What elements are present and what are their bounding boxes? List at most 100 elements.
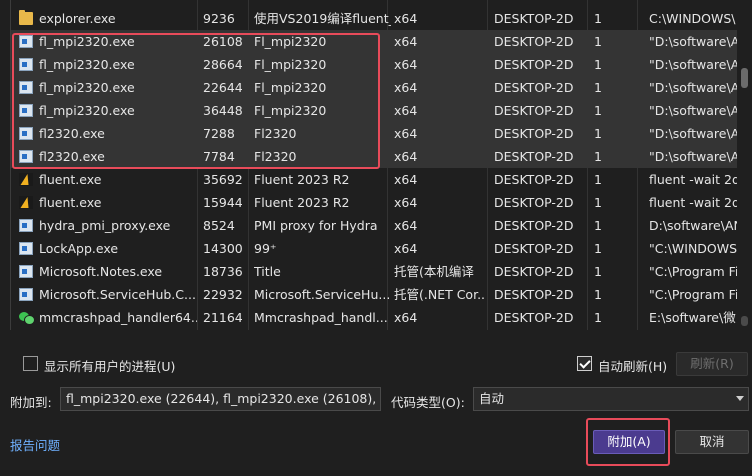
window-icon [19,58,33,71]
folder-icon [19,10,33,25]
attach-to-field[interactable]: fl_mpi2320.exe (22644), fl_mpi2320.exe (… [60,387,381,411]
process-name-cell: Microsoft.ServiceHub.C... [19,283,197,306]
process-type: x64 [394,57,418,72]
code-type-select[interactable]: 自动 [473,387,749,411]
machine-name: DESKTOP-2D [494,11,574,26]
process-id: 36448 [203,103,243,118]
window-icon [19,242,33,255]
process-row[interactable]: fluent.exe 35692 Fluent 2023 R2 x64 DESKTOP-… [11,168,737,191]
process-row[interactable]: LockApp.exe 14300 99⁺ x64 DESKTOP-2D 1 "C:\WIN… [11,237,737,260]
attach-to-value: fl_mpi2320.exe (22644), fl_mpi2320.exe (… [66,391,380,406]
command-line: E:\software\微 [649,310,736,325]
machine-name: DESKTOP-2D [494,126,574,141]
command-line: "C:\Program Fi [649,264,737,279]
auto-refresh-checkbox[interactable] [577,356,592,371]
process-name: LockApp.exe [39,241,119,256]
fluent-icon [19,173,33,186]
process-list-area: explorer.exe9236使用VS2019编译fluent_udfx64D… [0,0,752,330]
session-id: 1 [594,11,602,26]
report-issue-link[interactable]: 报告问题 [10,435,60,454]
show-all-users-label: 显示所有用户的进程(U) [44,359,176,374]
fluent-icon [19,196,33,209]
process-name: Microsoft.Notes.exe [39,264,163,279]
cancel-button[interactable]: 取消 [675,430,749,454]
code-type-value: 自动 [479,391,505,406]
process-type: x64 [394,34,418,49]
process-id: 8524 [203,218,235,233]
scrollbar-thumb-lower[interactable] [741,316,748,326]
command-line: "D:\software\A [649,149,737,164]
process-name-cell: fl2320.exe [19,145,197,168]
machine-name: DESKTOP-2D [494,80,574,95]
window-title: Mmcrashpad_handl... [254,310,388,325]
machine-name: DESKTOP-2D [494,34,574,49]
process-row[interactable]: explorer.exe 9236 使用VS2019编译fluent_udfx64 D… [11,7,737,30]
window-title: Microsoft.ServiceHu... [254,287,391,302]
window-icon [19,127,33,140]
process-type: x64 [394,172,418,187]
vertical-scrollbar[interactable] [737,0,752,330]
refresh-button[interactable]: 刷新(R) [676,352,748,376]
process-id: 15944 [203,195,243,210]
process-row[interactable]: fl_mpi2320.exe 26108 Fl_mpi2320 x64 DESKTOP-… [11,30,737,53]
window-title: Fl2320 [254,126,297,141]
session-id: 1 [594,241,602,256]
session-id: 1 [594,126,602,141]
window-title: Fl_mpi2320 [254,34,327,49]
window-icon [19,81,33,94]
chevron-down-icon [736,396,744,401]
session-id: 1 [594,103,602,118]
process-row[interactable]: mmcrashpad_handler64.... 21164 Mmcrashpad_… [11,306,737,329]
scrollbar-thumb[interactable] [741,68,748,88]
process-id: 14300 [203,241,243,256]
code-type-label: 代码类型(O): [391,395,465,410]
process-id: 35692 [203,172,243,187]
machine-name: DESKTOP-2D [494,195,574,210]
attach-to-label: 附加到: [10,395,52,410]
session-id: 1 [594,34,602,49]
machine-name: DESKTOP-2D [494,57,574,72]
process-name-cell: hydra_pmi_proxy.exe [19,214,197,237]
window-title: Fluent 2023 R2 [254,195,350,210]
process-row[interactable]: Microsoft.Notes.exe 18736 Title 托管(本机编译 DESK… [11,260,737,283]
process-type: x64 [394,149,418,164]
process-row[interactable]: fl_mpi2320.exe 28664 Fl_mpi2320 x64 DESKTOP-… [11,53,737,76]
process-name: fl2320.exe [39,126,105,141]
window-icon [19,150,33,163]
process-name: explorer.exe [39,11,116,26]
process-name-cell: fl_mpi2320.exe [19,53,197,76]
process-name: fl2320.exe [39,149,105,164]
session-id: 1 [594,195,602,210]
session-id: 1 [594,80,602,95]
process-id: 7784 [203,149,235,164]
session-id: 1 [594,57,602,72]
session-id: 1 [594,287,602,302]
process-row[interactable]: fl_mpi2320.exe 22644 Fl_mpi2320 x64 DESKTOP-… [11,76,737,99]
process-row[interactable]: hydra_pmi_proxy.exe 8524 PMI proxy for Hyd… [11,214,737,237]
attach-button[interactable]: 附加(A) [593,430,665,454]
window-title: Fluent 2023 R2 [254,172,350,187]
process-name-cell: Microsoft.Notes.exe [19,260,197,283]
process-name: fl_mpi2320.exe [39,34,135,49]
process-id: 7288 [203,126,235,141]
process-name: fluent.exe [39,172,102,187]
process-type: x64 [394,103,418,118]
process-row[interactable]: fl2320.exe 7288 Fl2320 x64 DESKTOP-2D 1 "D:\so… [11,122,737,145]
show-all-users-checkbox[interactable] [23,356,38,371]
process-row[interactable]: fl2320.exe 7784 Fl2320 x64 DESKTOP-2D 1 "D:\so… [11,145,737,168]
command-line: "D:\software\A [649,80,737,95]
process-row[interactable]: fluent.exe 15944 Fluent 2023 R2 x64 DESKTOP-… [11,191,737,214]
window-title: 使用VS2019编译fluent_udf [254,11,391,26]
process-type: 托管(.NET Cor... [394,287,484,302]
process-type: x64 [394,195,418,210]
wechat-icon [19,311,35,325]
window-icon [19,219,33,232]
window-icon [19,265,33,278]
process-name: mmcrashpad_handler64.... [39,310,197,325]
process-row[interactable]: fl_mpi2320.exe 36448 Fl_mpi2320 x64 DESKTOP-… [11,99,737,122]
process-type: x64 [394,11,418,26]
process-name: fl_mpi2320.exe [39,103,135,118]
process-type: x64 [394,310,418,325]
process-id: 9236 [203,11,235,26]
process-row[interactable]: Microsoft.ServiceHub.C... 22932 Microsoft.… [11,283,737,306]
